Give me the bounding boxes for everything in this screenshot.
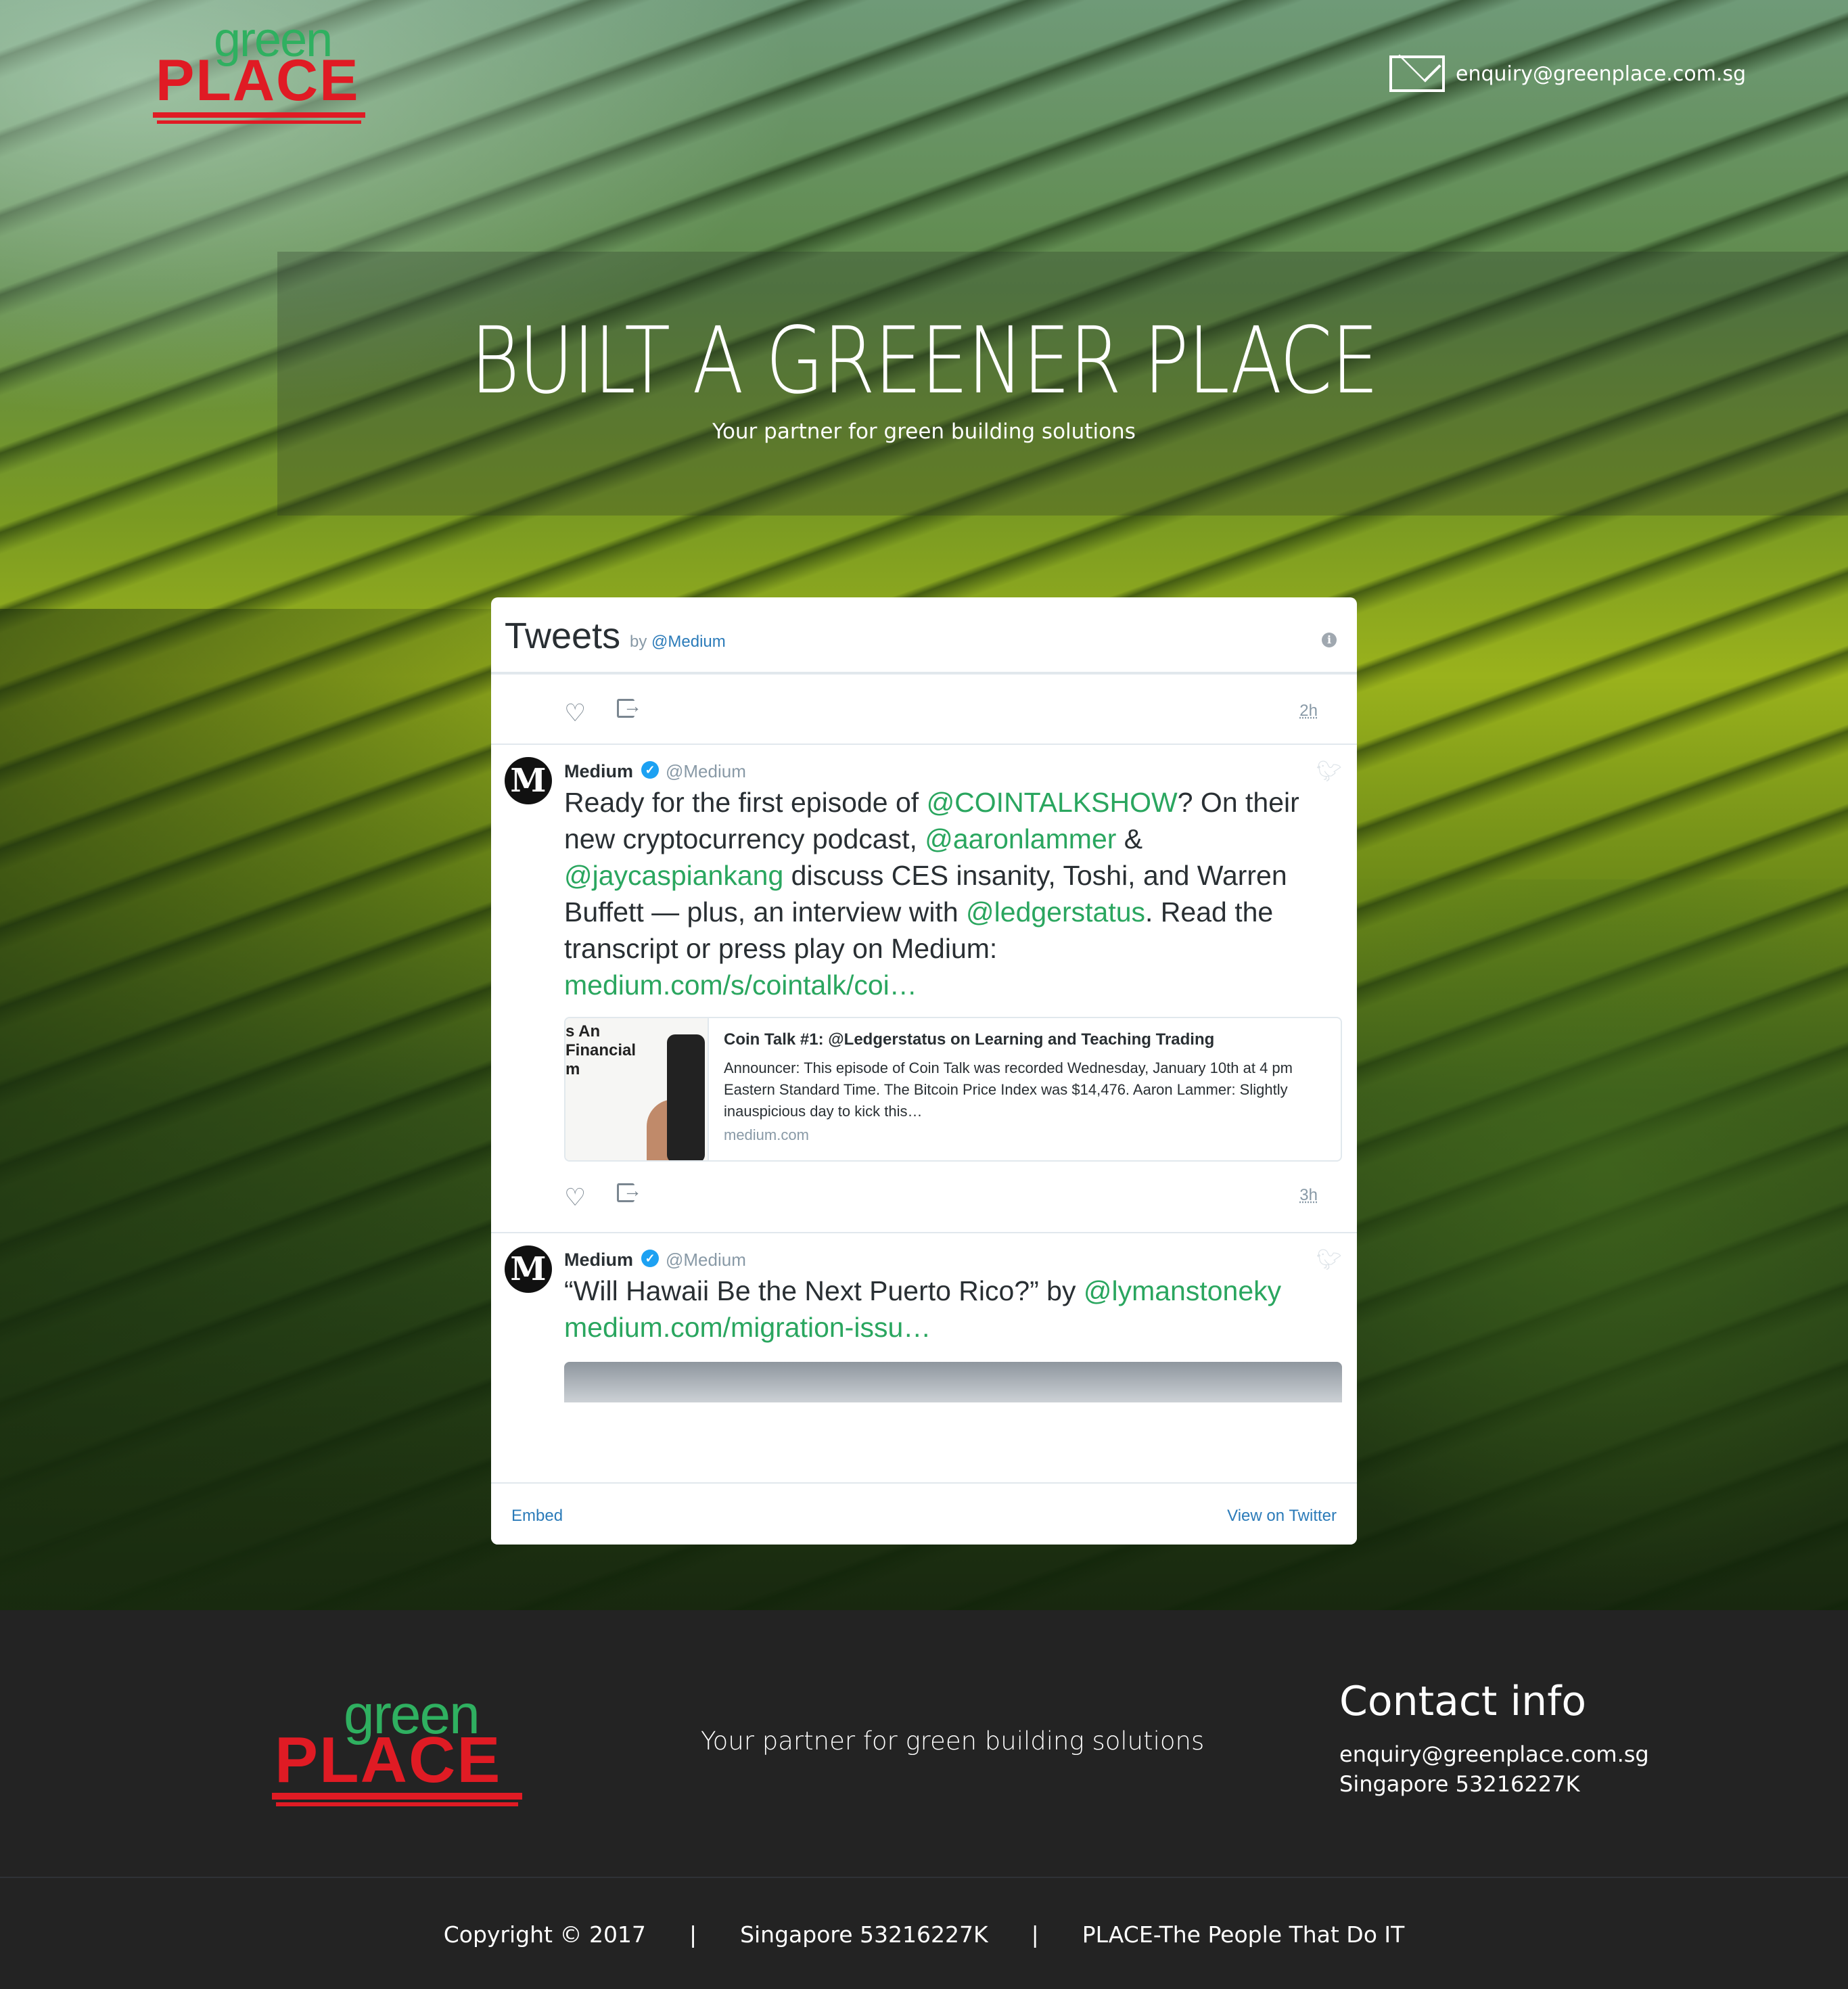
mention-link[interactable]: @COINTALKSHOW <box>927 787 1178 818</box>
tweet-actions: ♡ 2h <box>564 695 1318 727</box>
tweet-actions: ♡ 3h <box>564 1180 1318 1212</box>
footer-slogan: PLACE-The People That Do IT <box>1082 1921 1405 1948</box>
hero-title: BUILT A GREENER PLACE <box>470 308 1379 415</box>
card-thumbnail-phone <box>667 1034 705 1160</box>
tweet-text-part: “Will Hawaii Be the Next Puerto Rico?” b… <box>564 1275 1084 1306</box>
logo-bar <box>157 120 361 124</box>
divider <box>491 1232 1357 1233</box>
header-logo[interactable]: green PLACE <box>153 13 369 124</box>
tweet-text: “Will Hawaii Be the Next Puerto Rico?” b… <box>564 1273 1322 1346</box>
logo-bar <box>153 112 365 118</box>
mention-link[interactable]: @lymanstoneky <box>1084 1275 1281 1306</box>
mail-icon <box>1389 55 1445 92</box>
link-card[interactable]: s An Financial m Coin Talk #1: @Ledgerst… <box>564 1017 1342 1162</box>
card-domain: medium.com <box>724 1126 809 1143</box>
tweet-author-handle[interactable]: @Medium <box>666 761 746 782</box>
logo-place-text: PLACE <box>156 48 360 113</box>
tweet-text: Ready for the first episode of @COINTALK… <box>564 784 1322 1003</box>
hero-section: green PLACE enquiry@greenplace.com.sg BU… <box>0 0 1848 1610</box>
mention-link[interactable]: @ledgerstatus <box>966 896 1145 928</box>
card-title: Coin Talk #1: @Ledgerstatus on Learning … <box>724 1030 1215 1049</box>
mention-link[interactable]: @aaronlammer <box>925 823 1116 854</box>
verified-icon: ✓ <box>641 761 659 779</box>
tweet-time[interactable]: 3h <box>1299 1186 1318 1205</box>
logo-bar <box>272 1793 522 1800</box>
share-icon[interactable] <box>617 695 642 718</box>
divider <box>491 744 1357 745</box>
widget-byline: by @Medium <box>630 633 726 651</box>
divider <box>491 673 1357 675</box>
widget-title: Tweets <box>505 616 621 656</box>
contact-address: Singapore 53216227K <box>1339 1771 1580 1797</box>
contact-email[interactable]: enquiry@greenplace.com.sg <box>1339 1741 1649 1767</box>
verified-icon: ✓ <box>641 1250 659 1267</box>
widget-by-label: by <box>630 633 647 651</box>
contact-title: Contact info <box>1339 1678 1587 1725</box>
card-thumbnail: s An Financial m <box>565 1018 709 1160</box>
hero-subtitle: Your partner for green building solution… <box>712 419 1136 444</box>
footer-bottom-bar: Copyright © 2017 | Singapore 53216227K |… <box>0 1921 1848 1948</box>
embed-link[interactable]: Embed <box>511 1507 563 1526</box>
copyright: Copyright © 2017 <box>443 1921 646 1948</box>
tweet-time[interactable]: 2h <box>1299 702 1318 721</box>
footer-divider <box>0 1877 1848 1878</box>
logo-bar <box>276 1802 518 1806</box>
logo-place-text: PLACE <box>275 1724 502 1796</box>
url-link[interactable]: medium.com/s/cointalk/coi… <box>564 969 917 1001</box>
header-email-link[interactable]: enquiry@greenplace.com.sg <box>1389 55 1746 92</box>
twitter-bird-icon[interactable]: 🐦︎ <box>1316 760 1342 783</box>
widget-by-handle[interactable]: @Medium <box>651 633 726 651</box>
widget-header: Tweets by @Medium i <box>491 597 1357 673</box>
widget-footer: Embed View on Twitter <box>491 1482 1357 1545</box>
footer-logo[interactable]: green PLACE <box>272 1684 529 1806</box>
card-description: Announcer: This episode of Coin Talk was… <box>724 1059 1293 1120</box>
tweet-text-part: Ready for the first episode of <box>564 787 927 818</box>
url-link[interactable]: medium.com/migration-issu… <box>564 1312 931 1343</box>
widget-timeline[interactable]: ♡ 2h M Medium ✓ @Medium 🐦︎ Ready for the… <box>491 673 1357 1402</box>
footer-address: Singapore 53216227K <box>740 1921 988 1948</box>
heart-icon[interactable]: ♡ <box>564 699 586 727</box>
tweet-author-name[interactable]: Medium <box>564 1250 633 1271</box>
header-email: enquiry@greenplace.com.sg <box>1456 62 1747 86</box>
tweet-author-name[interactable]: Medium <box>564 761 633 782</box>
avatar[interactable]: M <box>505 757 552 804</box>
tweet-author-handle[interactable]: @Medium <box>666 1250 746 1271</box>
mention-link[interactable]: @jaycaspiankang <box>564 860 783 891</box>
avatar[interactable]: M <box>505 1245 552 1293</box>
footer-tagline: Your partner for green building solution… <box>701 1727 1205 1756</box>
separator: | <box>1031 1921 1039 1948</box>
tweet-text-part: & <box>1116 823 1143 854</box>
info-icon[interactable]: i <box>1322 633 1337 647</box>
view-on-twitter-link[interactable]: View on Twitter <box>1227 1507 1337 1526</box>
site-footer: green PLACE Your partner for green build… <box>0 1610 1848 1989</box>
share-icon[interactable] <box>617 1180 642 1202</box>
twitter-timeline-widget[interactable]: Tweets by @Medium i ♡ 2h M Medium ✓ @Med… <box>491 597 1357 1545</box>
tweet-photo[interactable] <box>564 1362 1342 1402</box>
twitter-bird-icon[interactable]: 🐦︎ <box>1316 1248 1342 1272</box>
heart-icon[interactable]: ♡ <box>564 1183 586 1212</box>
card-thumbnail-text: s An Financial m <box>565 1022 637 1078</box>
separator: | <box>689 1921 697 1948</box>
